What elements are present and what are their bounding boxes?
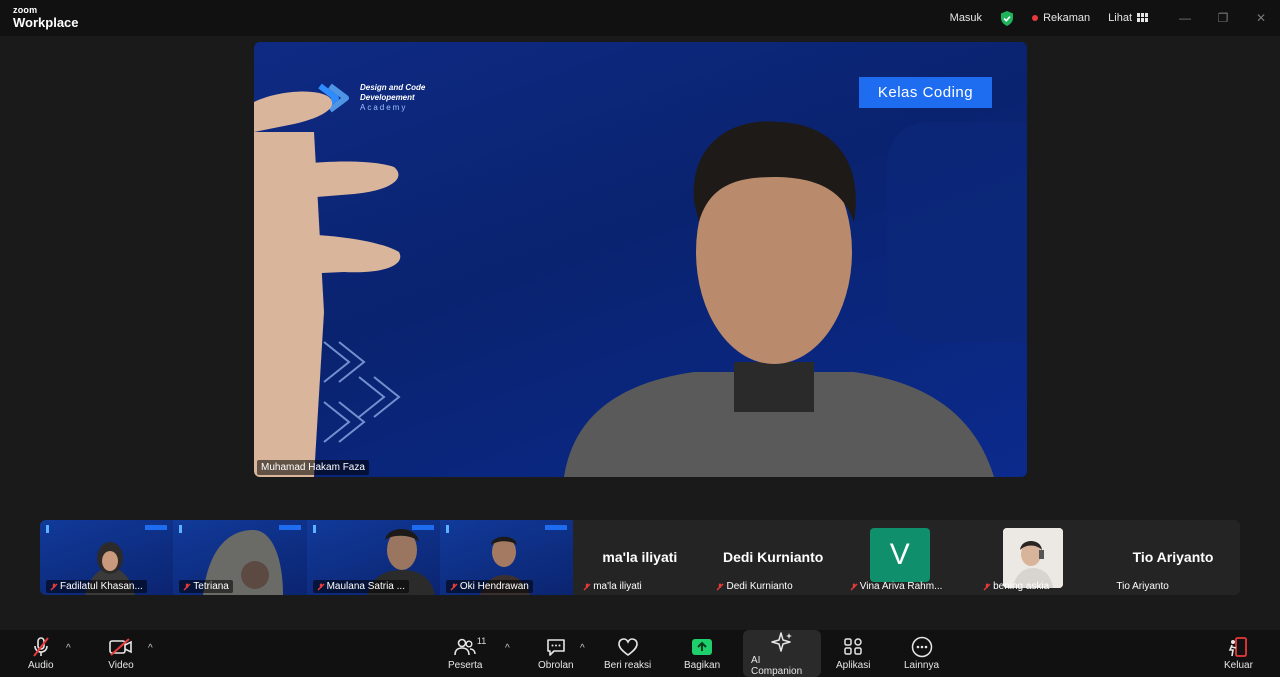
aplikasi-label: Aplikasi: [836, 660, 871, 671]
minimize-icon[interactable]: —: [1166, 11, 1204, 25]
grid-view-icon: [1137, 13, 1148, 22]
more-icon: [911, 636, 932, 658]
participant-name: Dedi Kurnianto: [712, 580, 796, 593]
participant-tile[interactable]: Oki Hendrawan: [439, 520, 574, 595]
video-button[interactable]: Video: [108, 630, 134, 677]
audio-label: Audio: [28, 660, 54, 671]
speaker-name-label: Muhamad Hakam Faza: [257, 460, 369, 475]
lihat-label: Lihat: [1108, 12, 1132, 24]
rekaman-label: Rekaman: [1043, 12, 1091, 24]
video-label: Video: [108, 660, 134, 671]
participant-name: Tetriana: [179, 580, 233, 593]
participants-options-chevron-icon[interactable]: ^: [505, 643, 510, 654]
audio-options-chevron-icon[interactable]: ^: [66, 643, 71, 654]
view-button[interactable]: Lihat: [1108, 12, 1148, 24]
muted-mic-icon: [50, 583, 58, 590]
title-bar: zoom Workplace Masuk Rekaman Lihat — ❐ ✕: [0, 0, 1280, 36]
muted-mic-icon: [450, 583, 458, 590]
restore-icon[interactable]: ❐: [1204, 11, 1242, 25]
leave-exit-icon: [1229, 637, 1248, 657]
participant-tile[interactable]: Tio Ariyanto Tio Ariyanto: [1106, 520, 1240, 595]
participant-tile[interactable]: Tetriana: [173, 520, 307, 595]
chat-options-chevron-icon[interactable]: ^: [580, 643, 585, 654]
close-icon[interactable]: ✕: [1242, 11, 1280, 25]
participant-tile[interactable]: Dedi Kurnianto Dedi Kurnianto: [706, 520, 840, 595]
ai-companion-button[interactable]: AI Companion: [743, 630, 821, 677]
share-button[interactable]: Bagikan: [684, 630, 720, 677]
meeting-stage: Design and Code Developement Academy Kel…: [0, 36, 1280, 630]
participant-tile[interactable]: Fadilatul Khasan...: [40, 520, 174, 595]
gallery-strip: Fadilatul Khasan... Tetriana Maulana Sat…: [40, 520, 1240, 595]
recording-indicator[interactable]: Rekaman: [1032, 12, 1090, 24]
audio-button[interactable]: Audio: [28, 630, 54, 677]
share-screen-icon: [692, 639, 713, 655]
heart-icon: [617, 638, 638, 656]
participant-name: Vina Ariva Rahm...: [846, 580, 947, 593]
chat-icon: [546, 639, 565, 656]
apps-icon: [844, 638, 862, 655]
participant-name: Tio Ariyanto: [1116, 581, 1169, 592]
security-shield-icon[interactable]: [1000, 10, 1014, 26]
muted-microphone-icon: [32, 637, 49, 657]
participant-display-name: Dedi Kurnianto: [722, 549, 824, 565]
avatar: V: [869, 528, 930, 582]
leave-button[interactable]: Keluar: [1224, 630, 1253, 677]
video-options-chevron-icon[interactable]: ^: [148, 643, 153, 654]
profile-photo-icon: [1003, 528, 1064, 588]
sparkle-icon: [771, 631, 792, 652]
recording-dot-icon: [1032, 15, 1039, 21]
hand-gesture-graphic: [254, 91, 401, 477]
participant-name: Fadilatul Khasan...: [46, 580, 147, 593]
reaksi-label: Beri reaksi: [604, 660, 652, 671]
participant-name: Maulana Satria ...: [312, 580, 409, 593]
keluar-label: Keluar: [1224, 660, 1253, 671]
ai-companion-label: AI Companion: [751, 654, 803, 677]
speaker-figure-graphic: [564, 121, 994, 477]
participant-tile[interactable]: V Vina Ariva Rahm...: [839, 520, 974, 595]
participants-button[interactable]: 11 Peserta: [448, 630, 486, 677]
participant-name: Oki Hendrawan: [445, 580, 533, 593]
participant-name: bening askia: [979, 580, 1053, 593]
masuk-button[interactable]: Masuk: [950, 12, 982, 24]
participant-tile[interactable]: Maulana Satria ...: [306, 520, 440, 595]
bagikan-label: Bagikan: [684, 660, 721, 671]
muted-mic-icon: [850, 583, 858, 590]
muted-mic-icon: [983, 583, 991, 590]
active-speaker-video[interactable]: Design and Code Developement Academy Kel…: [254, 42, 1027, 477]
muted-mic-icon: [716, 583, 724, 590]
participant-name: ma'la iliyati: [579, 580, 646, 593]
brand-big: Workplace: [13, 15, 79, 30]
muted-mic-icon: [583, 583, 591, 590]
meeting-toolbar: Audio ^ Video ^ 11 Peserta ^ Obrolan ^ B…: [0, 630, 1280, 677]
reactions-button[interactable]: Beri reaksi: [604, 630, 651, 677]
obrolan-label: Obrolan: [538, 660, 574, 671]
profile-photo-avatar: [1003, 528, 1064, 588]
apps-button[interactable]: Aplikasi: [836, 630, 870, 677]
zoom-workplace-logo: zoom Workplace: [13, 5, 79, 30]
peserta-label: Peserta: [448, 660, 483, 671]
muted-mic-icon: [183, 583, 191, 590]
more-button[interactable]: Lainnya: [904, 630, 939, 677]
masuk-label: Masuk: [949, 12, 983, 24]
participant-tile[interactable]: bening askia: [973, 520, 1107, 595]
lainnya-label: Lainnya: [904, 660, 940, 671]
participant-display-name: ma'la iliyati: [602, 549, 678, 565]
participants-icon: [454, 638, 476, 656]
video-off-icon: [109, 638, 132, 656]
participant-display-name: Tio Ariyanto: [1132, 549, 1214, 565]
chat-button[interactable]: Obrolan: [538, 630, 574, 677]
participant-tile[interactable]: ma'la iliyati ma'la iliyati: [573, 520, 707, 595]
participant-count: 11: [476, 636, 487, 646]
brand-small: zoom: [13, 5, 38, 15]
muted-mic-icon: [317, 583, 325, 590]
